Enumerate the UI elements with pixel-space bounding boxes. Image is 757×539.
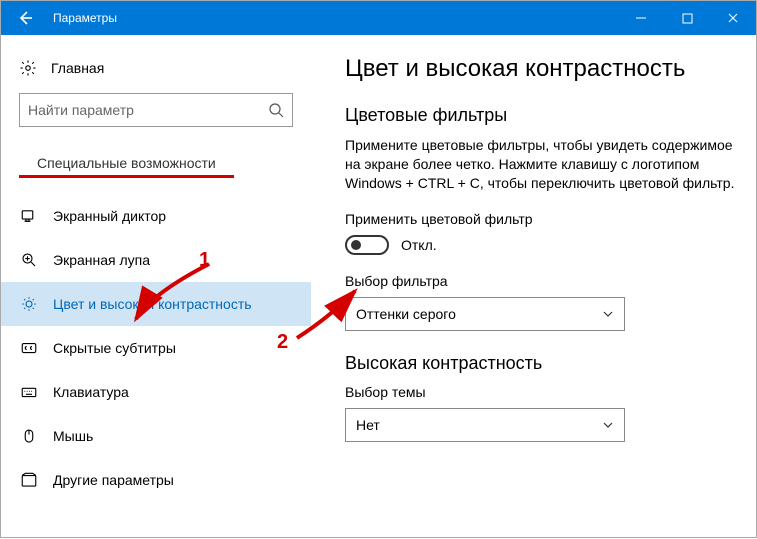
main-panel: Цвет и высокая контрастность Цветовые фи…	[311, 35, 756, 539]
maximize-button[interactable]	[664, 1, 710, 35]
title-bar: Параметры	[1, 1, 756, 35]
sidebar-item-label: Экранный диктор	[53, 208, 166, 224]
filter-select-label: Выбор фильтра	[345, 273, 738, 289]
toggle-knob	[351, 240, 361, 250]
back-arrow-icon	[16, 9, 34, 27]
sidebar-item-label: Клавиатура	[53, 384, 129, 400]
sidebar: Главная Найти параметр Специальные возмо…	[1, 35, 311, 539]
apply-filter-label: Применить цветовой фильтр	[345, 211, 738, 227]
keyboard-icon	[19, 382, 39, 402]
sidebar-item-label: Мышь	[53, 428, 93, 444]
category-header: Специальные возможности	[19, 127, 234, 178]
sidebar-item-label: Скрытые субтитры	[53, 340, 176, 356]
section-high-contrast: Высокая контрастность	[345, 353, 738, 374]
home-label: Главная	[51, 60, 104, 76]
sidebar-item-keyboard[interactable]: Клавиатура	[1, 370, 311, 414]
search-icon	[268, 102, 284, 118]
maximize-icon	[682, 13, 693, 24]
sidebar-item-label: Цвет и высокая контрастность	[53, 296, 252, 312]
home-link[interactable]: Главная	[1, 53, 311, 83]
narrator-icon	[19, 206, 39, 226]
toggle-state-label: Откл.	[401, 237, 437, 253]
sidebar-item-other[interactable]: Другие параметры	[1, 458, 311, 502]
other-icon	[19, 470, 39, 490]
sidebar-item-magnifier[interactable]: Экранная лупа	[1, 238, 311, 282]
search-placeholder: Найти параметр	[28, 102, 134, 118]
nav-list: Экранный диктор Экранная лупа	[1, 194, 311, 502]
minimize-icon	[635, 12, 647, 24]
sidebar-item-mouse[interactable]: Мышь	[1, 414, 311, 458]
chevron-down-icon	[602, 419, 614, 431]
section-color-filters: Цветовые фильтры	[345, 105, 738, 126]
sidebar-item-narrator[interactable]: Экранный диктор	[1, 194, 311, 238]
window-controls	[618, 1, 756, 35]
sidebar-item-label: Другие параметры	[53, 472, 174, 488]
filters-description: Примените цветовые фильтры, чтобы увидет…	[345, 136, 738, 193]
apply-filter-toggle[interactable]	[345, 235, 389, 255]
cc-icon	[19, 338, 39, 358]
sidebar-item-label: Экранная лупа	[53, 252, 150, 268]
page-title: Цвет и высокая контрастность	[345, 55, 738, 83]
sidebar-item-color-contrast[interactable]: Цвет и высокая контрастность	[1, 282, 311, 326]
close-button[interactable]	[710, 1, 756, 35]
sidebar-item-cc[interactable]: Скрытые субтитры	[1, 326, 311, 370]
chevron-down-icon	[602, 308, 614, 320]
minimize-button[interactable]	[618, 1, 664, 35]
theme-select-label: Выбор темы	[345, 384, 738, 400]
close-icon	[727, 12, 739, 24]
mouse-icon	[19, 426, 39, 446]
theme-select-value: Нет	[356, 417, 380, 433]
back-button[interactable]	[1, 1, 49, 35]
brightness-icon	[19, 294, 39, 314]
gear-icon	[19, 59, 37, 77]
filter-select[interactable]: Оттенки серого	[345, 297, 625, 331]
theme-select[interactable]: Нет	[345, 408, 625, 442]
filter-select-value: Оттенки серого	[356, 306, 456, 322]
magnifier-icon	[19, 250, 39, 270]
window-title: Параметры	[49, 11, 618, 25]
search-input[interactable]: Найти параметр	[19, 93, 293, 127]
